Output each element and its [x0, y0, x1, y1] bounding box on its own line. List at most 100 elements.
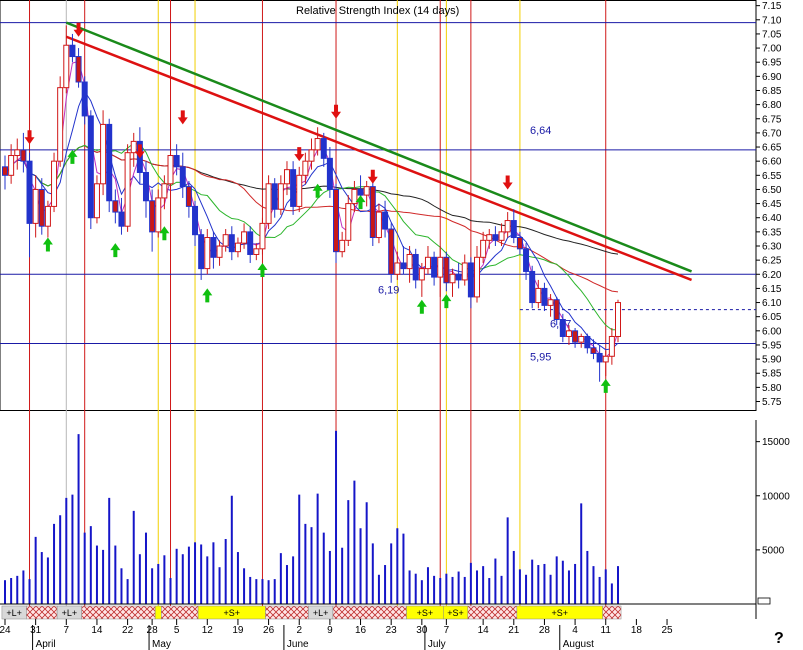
candle-body: [20, 149, 27, 162]
candle-body: [523, 248, 530, 272]
candle-body: [326, 157, 333, 190]
candle-body: [572, 330, 579, 343]
signal-strip-label: +S+: [552, 608, 569, 618]
price-tick-label: 6.45: [762, 199, 782, 210]
candle-body: [565, 330, 572, 337]
candle-body: [486, 234, 493, 241]
candle-body: [516, 237, 523, 250]
stock-chart: 6,646,196,075,957.157.107.057.006.956.90…: [0, 0, 790, 650]
price-tick-label: 5.95: [762, 340, 782, 351]
candle-body: [455, 273, 462, 281]
price-tick-label: 6.25: [762, 256, 782, 267]
signal-strip-label: +L+: [6, 608, 22, 618]
signal-strip-segment: [602, 605, 622, 620]
signal-strip-segment: [26, 605, 58, 620]
candle-body: [228, 234, 235, 253]
date-tick-label: 9: [327, 625, 333, 636]
candle-body: [44, 205, 51, 227]
candle-body: [553, 299, 560, 321]
price-tick-label: 6.80: [762, 100, 782, 111]
candle-body: [412, 253, 419, 281]
candle-body: [290, 169, 297, 207]
candle-body: [283, 169, 290, 185]
candle-body: [535, 287, 542, 304]
price-tick-label: 5.90: [762, 355, 782, 366]
level-label: 5,95: [530, 352, 551, 364]
date-tick-label: 30: [416, 625, 428, 636]
date-tick-label: 11: [601, 625, 612, 636]
candle-body: [93, 183, 100, 219]
price-tick-label: 6.70: [762, 128, 782, 139]
candle-body: [339, 239, 346, 253]
candle-body: [112, 200, 119, 213]
month-label: May: [152, 639, 171, 650]
candle-body: [615, 302, 621, 337]
candle-body: [320, 138, 327, 159]
price-tick-label: 7.05: [762, 29, 782, 40]
candle-body: [38, 188, 45, 227]
signal-strip-label: +L+: [62, 608, 78, 618]
date-tick-label: 21: [508, 625, 520, 636]
candle-body: [247, 231, 254, 255]
date-tick-label: 12: [202, 625, 214, 636]
candle-body: [241, 231, 248, 244]
date-tick-label: 26: [263, 625, 275, 636]
candle-body: [26, 160, 33, 224]
date-tick-label: 2: [296, 625, 302, 636]
candle-body: [210, 237, 217, 258]
candle-body: [259, 222, 266, 250]
candle-body: [504, 220, 511, 233]
candle-body: [443, 256, 450, 284]
candle-body: [529, 270, 536, 304]
date-tick-label: 18: [631, 625, 643, 636]
candle-body: [222, 234, 229, 247]
price-tick-label: 6.35: [762, 227, 782, 238]
signal-strip-segment: [81, 605, 156, 620]
candle-body: [234, 242, 241, 253]
date-tick-label: 4: [572, 625, 578, 636]
candle-body: [424, 256, 431, 270]
candle-body: [161, 183, 168, 199]
candle-body: [32, 188, 39, 224]
price-tick-label: 6.20: [762, 270, 782, 281]
candle-body: [216, 245, 223, 258]
candle-body: [461, 262, 468, 281]
price-tick-label: 5.85: [762, 369, 782, 380]
candle-body: [149, 200, 156, 233]
candle-body: [314, 138, 321, 151]
date-tick-label: 25: [661, 625, 673, 636]
candle-body: [596, 352, 603, 363]
candle-body: [57, 87, 64, 162]
candle-body: [173, 155, 180, 168]
candle-body: [8, 155, 15, 176]
candle-body: [602, 355, 609, 363]
candle-body: [418, 268, 425, 281]
price-tick-label: 6.40: [762, 213, 782, 224]
price-tick-label: 6.95: [762, 58, 782, 69]
candle-body: [308, 149, 315, 162]
candle-body: [204, 237, 211, 270]
date-tick-label: 24: [0, 625, 11, 636]
level-label: 6,64: [530, 125, 551, 137]
candle-body: [388, 228, 395, 275]
candle-body: [198, 234, 205, 270]
candle-body: [118, 211, 125, 227]
month-label: June: [287, 639, 309, 650]
candle-body: [345, 203, 352, 241]
candle-body: [296, 174, 303, 207]
price-tick-label: 7.15: [762, 1, 782, 12]
volume-tick-label: 15000: [762, 437, 790, 448]
volume-tick-label: 5000: [762, 545, 785, 556]
price-tick-label: 6.65: [762, 143, 782, 154]
candle-body: [363, 186, 370, 196]
candle-body: [106, 123, 113, 202]
candle-body: [185, 186, 192, 207]
price-tick-label: 6.85: [762, 86, 782, 97]
candle-body: [142, 171, 149, 202]
candle-body: [14, 149, 21, 157]
candle-body: [547, 299, 554, 306]
candle-body: [192, 205, 199, 236]
candle-body: [333, 188, 340, 253]
price-tick-label: 6.55: [762, 171, 782, 182]
date-tick-label: 31: [30, 625, 42, 636]
